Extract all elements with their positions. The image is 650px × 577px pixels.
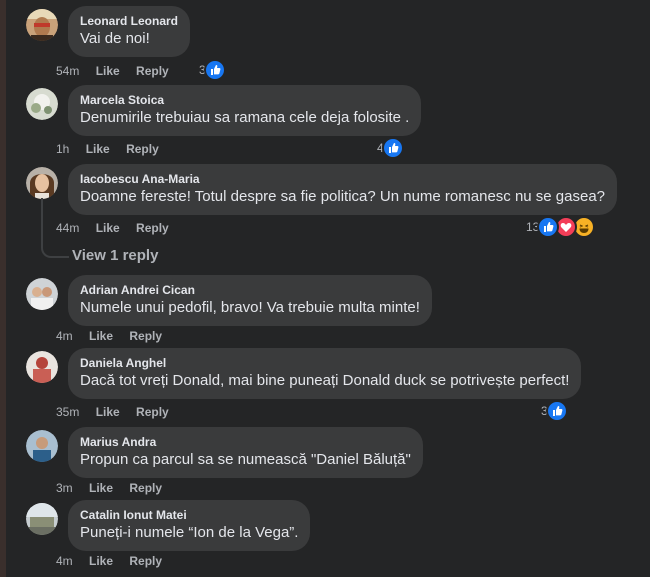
comments-panel: Leonard Leonard Vai de noi! 54m Like Rep… (6, 0, 650, 577)
comment-time[interactable]: 3m (56, 480, 73, 496)
comment-bubble: Marius Andra Propun ca parcul sa se nume… (68, 427, 423, 478)
reply-button[interactable]: Reply (136, 404, 169, 420)
comment-actions: 4m Like Reply (56, 328, 162, 344)
comment-author[interactable]: Leonard Leonard (80, 13, 178, 29)
avatar[interactable] (26, 351, 58, 383)
reply-button[interactable]: Reply (129, 480, 162, 496)
comment-bubble: Catalin Ionut Matei Puneți-i numele “Ion… (68, 500, 311, 551)
comment-author[interactable]: Adrian Andrei Cican (80, 282, 420, 298)
comment-text: Vai de noi! (80, 30, 150, 47)
thread-line (41, 198, 69, 258)
avatar[interactable] (26, 9, 58, 41)
reply-button[interactable]: Reply (126, 141, 159, 157)
like-icon (203, 59, 226, 81)
comment-text: Doamne fereste! Totul despre sa fie poli… (80, 188, 606, 205)
comment-time[interactable]: 35m (56, 404, 79, 420)
comment-text: Dacă tot vreți Donald, mai bine puneați … (80, 372, 570, 389)
comment-bubble: Adrian Andrei Cican Numele unui pedofil,… (68, 275, 432, 326)
like-icon (545, 400, 568, 422)
comment-actions: 44m Like Reply (56, 220, 169, 236)
reply-button[interactable]: Reply (129, 328, 162, 344)
comment-actions: 54m Like Reply (56, 63, 169, 79)
reaction-summary[interactable]: 4 (377, 137, 404, 159)
comment-text: Denumirile trebuiau sa ramana cele deja … (80, 109, 410, 126)
reaction-summary[interactable]: 3 (199, 59, 226, 81)
comment-time[interactable]: 4m (56, 328, 73, 344)
avatar[interactable] (26, 430, 58, 462)
like-button[interactable]: Like (89, 553, 113, 569)
comment-author[interactable]: Iacobescu Ana-Maria (80, 171, 605, 187)
like-button[interactable]: Like (96, 404, 120, 420)
reaction-summary[interactable]: 3 (541, 400, 568, 422)
comment-author[interactable]: Marius Andra (80, 434, 411, 450)
comment-text: Puneți-i numele “Ion de la Vega”. (80, 524, 299, 541)
avatar[interactable] (26, 503, 58, 535)
reply-button[interactable]: Reply (129, 553, 162, 569)
comment-author[interactable]: Marcela Stoica (80, 92, 409, 108)
comment-text: Numele unui pedofil, bravo! Va trebuie m… (80, 299, 420, 316)
comment-actions: 1h Like Reply (56, 141, 159, 157)
comment-bubble: Daniela Anghel Dacă tot vreți Donald, ma… (68, 348, 582, 399)
like-button[interactable]: Like (89, 328, 113, 344)
comment-actions: 3m Like Reply (56, 480, 162, 496)
like-icon (381, 137, 404, 159)
like-button[interactable]: Like (96, 220, 120, 236)
like-icon (537, 216, 560, 238)
like-button[interactable]: Like (86, 141, 110, 157)
comment-author[interactable]: Daniela Anghel (80, 355, 569, 371)
comment-text: Propun ca parcul sa se numească "Daniel … (80, 451, 411, 468)
comment-time[interactable]: 1h (56, 141, 69, 157)
avatar[interactable] (26, 278, 58, 310)
view-replies-link[interactable]: View 1 reply (72, 247, 158, 264)
comment-bubble: Marcela Stoica Denumirile trebuiau sa ra… (68, 85, 422, 136)
like-button[interactable]: Like (89, 480, 113, 496)
comment-bubble: Iacobescu Ana-Maria Doamne fereste! Totu… (68, 164, 618, 215)
reaction-summary[interactable]: 13 (526, 216, 596, 238)
comment-time[interactable]: 4m (56, 553, 73, 569)
avatar[interactable] (26, 167, 58, 199)
comment-actions: 35m Like Reply (56, 404, 169, 420)
avatar[interactable] (26, 88, 58, 120)
comment-bubble: Leonard Leonard Vai de noi! (68, 6, 191, 57)
reply-button[interactable]: Reply (136, 220, 169, 236)
comment-time[interactable]: 54m (56, 63, 79, 79)
comment-author[interactable]: Catalin Ionut Matei (80, 507, 298, 523)
comment-actions: 4m Like Reply (56, 553, 162, 569)
like-button[interactable]: Like (96, 63, 120, 79)
reply-button[interactable]: Reply (136, 63, 169, 79)
